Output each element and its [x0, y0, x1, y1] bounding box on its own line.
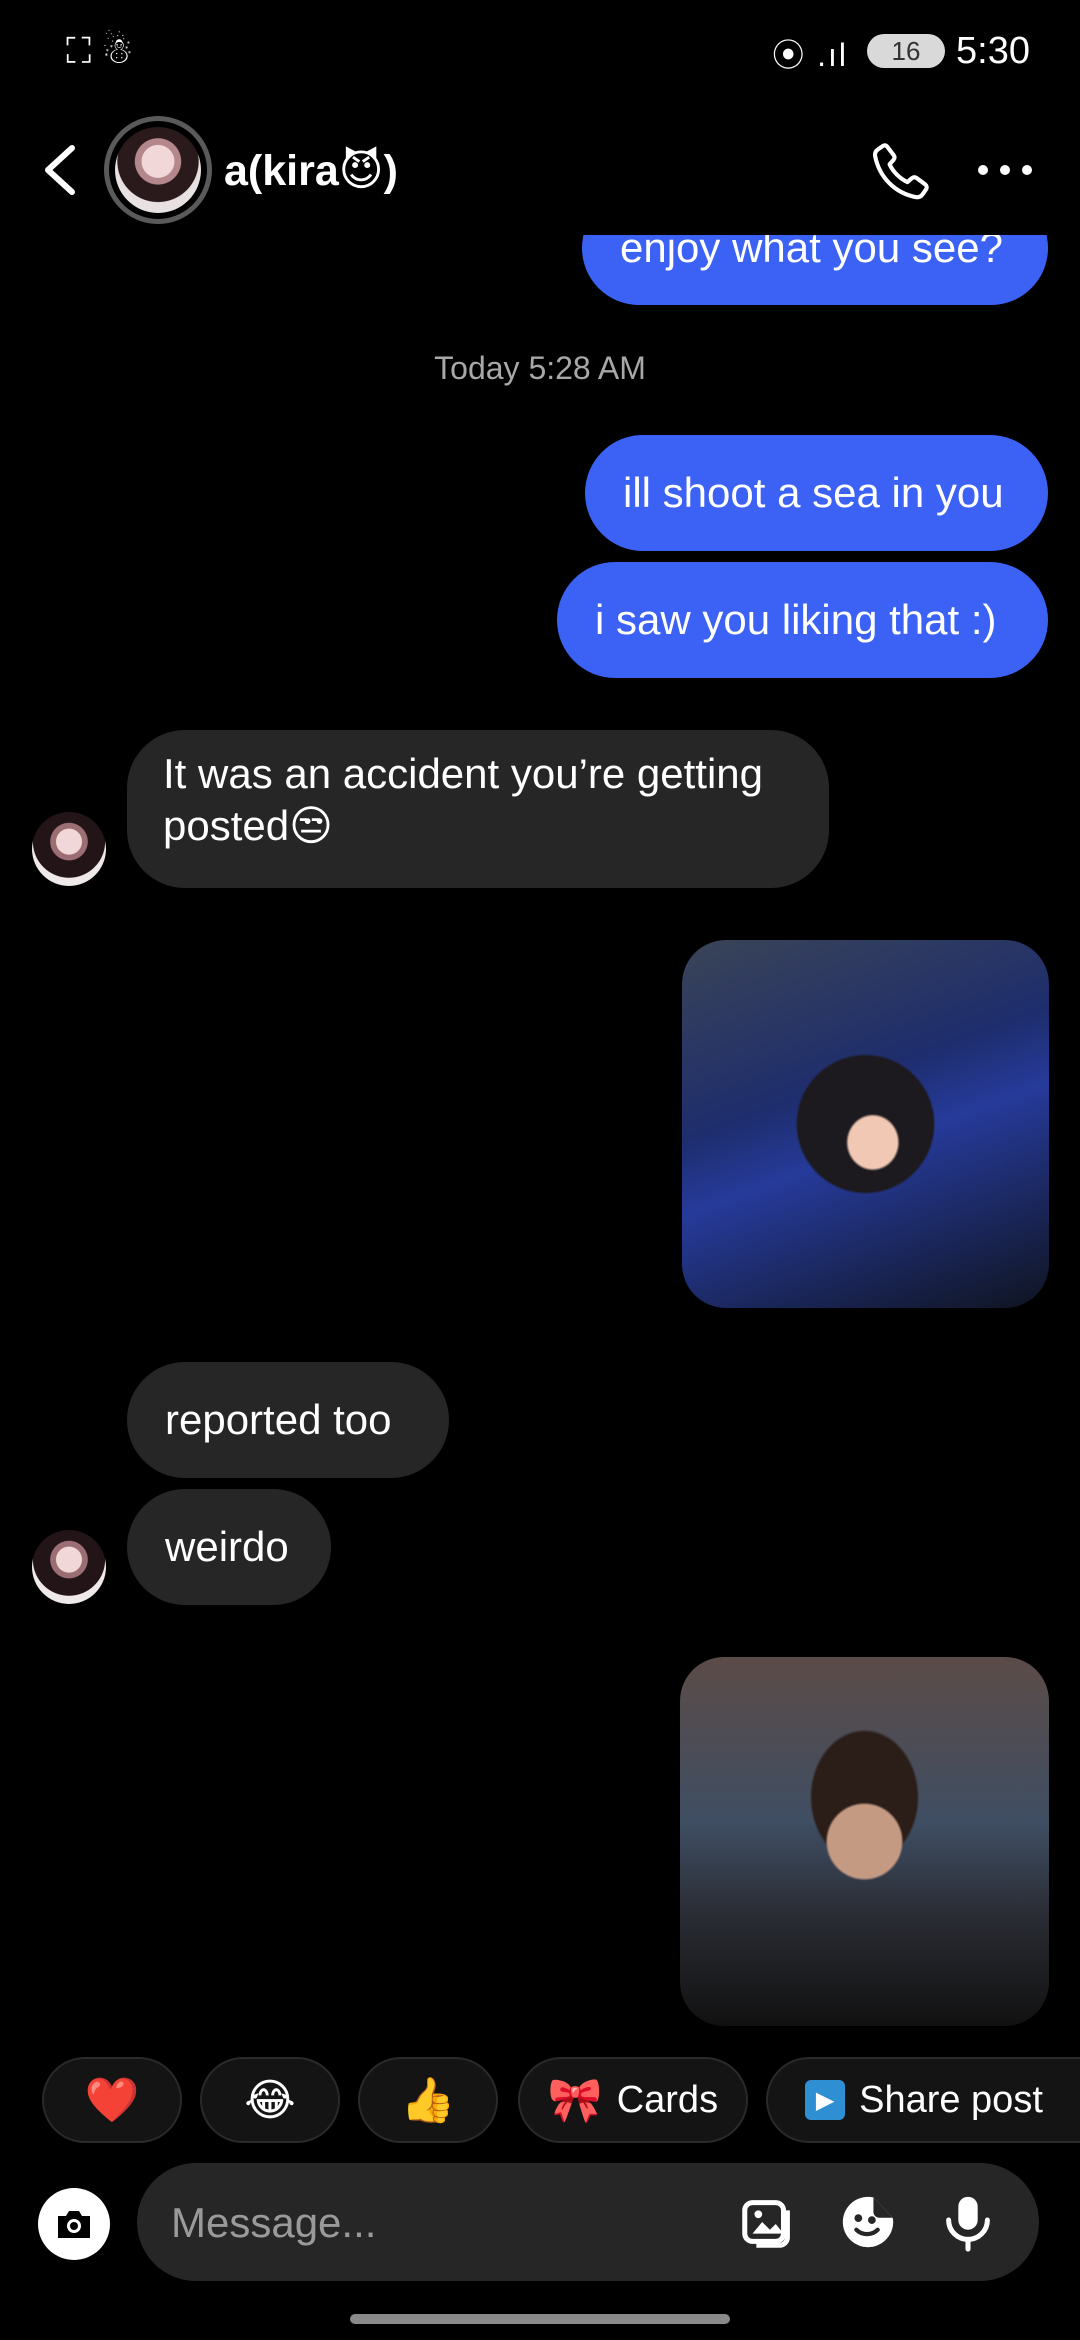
- chat-header: a(kira😈): [0, 110, 1080, 235]
- clock: 5:30: [956, 30, 1030, 72]
- status-bar: ⛶ ☃ ⦿ .ıl 16 5:30: [0, 0, 1080, 100]
- message-timestamp: Today 5:28 AM: [434, 350, 646, 386]
- message-text: enjoy what you see?: [620, 235, 1003, 271]
- message-input[interactable]: [169, 2183, 733, 2263]
- signal-icon: ⦿ .ıl: [772, 37, 848, 73]
- message-bubble-outgoing[interactable]: ill shoot a sea in you: [585, 435, 1048, 551]
- gallery-icon[interactable]: [737, 2191, 799, 2253]
- sender-avatar[interactable]: [32, 1530, 106, 1604]
- quick-reply-laugh[interactable]: 😂: [200, 2057, 340, 2143]
- camera-icon: [58, 2211, 90, 2238]
- scroll-clip: enjoy what you see?: [0, 235, 1080, 315]
- battery-indicator: 16: [867, 34, 945, 68]
- message-bubble-outgoing[interactable]: i saw you liking that :): [557, 562, 1048, 678]
- message-bubble-incoming[interactable]: weirdo: [127, 1489, 331, 1605]
- gift-icon: 🎀: [547, 2076, 603, 2125]
- laugh-emoji-icon: 😂: [244, 2075, 296, 2125]
- quick-reply-thumbs-up[interactable]: 👍: [358, 2057, 498, 2143]
- phone-icon[interactable]: [870, 140, 932, 202]
- message-text: ill shoot a sea in you: [623, 469, 1004, 516]
- mic-icon[interactable]: [937, 2191, 999, 2253]
- thumbs-up-icon: 👍: [400, 2076, 456, 2125]
- quick-reply-cards[interactable]: 🎀 Cards: [518, 2057, 748, 2143]
- message-composer: [137, 2163, 1039, 2281]
- chip-label: Share post: [859, 2078, 1043, 2121]
- play-icon: ▶: [805, 2080, 846, 2120]
- contact-avatar[interactable]: [104, 116, 212, 224]
- battery-level: 16: [891, 35, 921, 66]
- message-text: i saw you liking that :): [595, 596, 997, 643]
- image-message[interactable]: [682, 940, 1049, 1308]
- camera-button[interactable]: [38, 2188, 110, 2260]
- image-message[interactable]: [680, 1657, 1049, 2026]
- heart-icon: ❤️: [84, 2076, 140, 2125]
- status-left-icons: ⛶ ☃: [66, 30, 134, 71]
- home-indicator: [350, 2314, 730, 2324]
- message-text: weirdo: [165, 1523, 289, 1570]
- quick-reply-share-post[interactable]: ▶ Share post: [766, 2057, 1080, 2143]
- chip-label: Cards: [616, 2078, 719, 2121]
- message-bubble-incoming[interactable]: It was an accident you’re getting posted…: [127, 730, 829, 888]
- back-icon[interactable]: [38, 140, 82, 200]
- more-icon[interactable]: [975, 160, 1035, 180]
- sender-avatar[interactable]: [32, 812, 106, 886]
- quick-reply-heart[interactable]: ❤️: [42, 2057, 182, 2143]
- message-text: reported too: [165, 1396, 392, 1443]
- message-bubble-outgoing[interactable]: enjoy what you see?: [582, 235, 1048, 305]
- message-text: It was an accident you’re getting posted…: [163, 750, 764, 849]
- sticker-icon[interactable]: [837, 2191, 899, 2253]
- message-bubble-incoming[interactable]: reported too: [127, 1362, 449, 1478]
- contact-name[interactable]: a(kira😈): [224, 146, 398, 196]
